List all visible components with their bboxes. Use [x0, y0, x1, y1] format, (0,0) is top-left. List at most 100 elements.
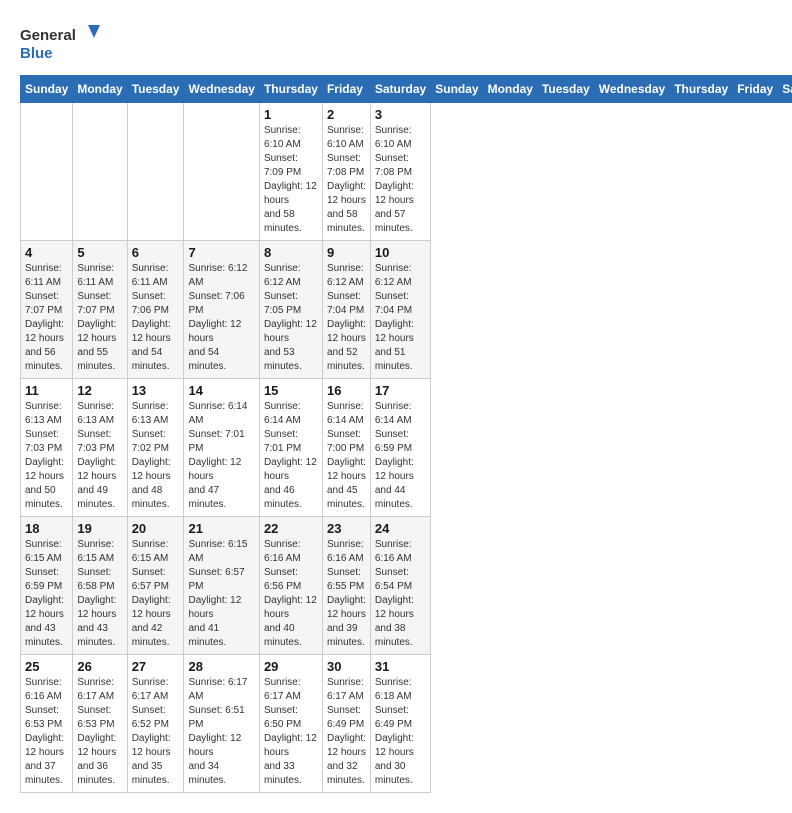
day-number: 6	[132, 245, 180, 260]
calendar-header-row: SundayMondayTuesdayWednesdayThursdayFrid…	[21, 76, 792, 103]
calendar-cell: 3 Sunrise: 6:10 AMSunset: 7:08 PMDaylight…	[370, 103, 430, 241]
day-info: Sunrise: 6:13 AMSunset: 7:03 PMDaylight:…	[77, 400, 122, 512]
calendar-cell: 6 Sunrise: 6:11 AMSunset: 7:06 PMDaylight…	[127, 241, 184, 379]
day-info: Sunrise: 6:15 AMSunset: 6:57 PMDaylight:…	[188, 538, 254, 650]
calendar-week-3: 11Sunrise: 6:13 AMSunset: 7:03 PMDayligh…	[21, 379, 792, 517]
day-info: Sunrise: 6:13 AMSunset: 7:03 PMDaylight:…	[25, 400, 68, 512]
calendar-cell: 27 Sunrise: 6:17 AMSunset: 6:52 PMDayligh…	[127, 655, 184, 793]
day-info: Sunrise: 6:16 AMSunset: 6:56 PMDaylight:…	[264, 538, 318, 650]
day-info: Sunrise: 6:11 AMSunset: 7:07 PMDaylight:…	[77, 262, 122, 374]
calendar-week-2: 4 Sunrise: 6:11 AMSunset: 7:07 PMDaylight…	[21, 241, 792, 379]
day-number: 24	[375, 521, 426, 536]
day-info: Sunrise: 6:16 AMSunset: 6:54 PMDaylight:…	[375, 538, 426, 650]
day-header-tuesday: Tuesday	[127, 76, 184, 103]
calendar-week-5: 25 Sunrise: 6:16 AMSunset: 6:53 PMDayligh…	[21, 655, 792, 793]
day-number: 17	[375, 383, 426, 398]
day-header-monday: Monday	[73, 76, 127, 103]
calendar-cell: 7Sunrise: 6:12 AMSunset: 7:06 PMDaylight…	[184, 241, 259, 379]
calendar-cell: 21Sunrise: 6:15 AMSunset: 6:57 PMDayligh…	[184, 517, 259, 655]
day-info: Sunrise: 6:15 AMSunset: 6:58 PMDaylight:…	[77, 538, 122, 650]
day-info: Sunrise: 6:17 AMSunset: 6:52 PMDaylight:…	[132, 676, 180, 788]
day-info: Sunrise: 6:16 AMSunset: 6:55 PMDaylight:…	[327, 538, 366, 650]
calendar-cell: 15Sunrise: 6:14 AMSunset: 7:01 PMDayligh…	[259, 379, 322, 517]
day-number: 3	[375, 107, 426, 122]
day-info: Sunrise: 6:14 AMSunset: 7:01 PMDaylight:…	[188, 400, 254, 512]
day-header-friday: Friday	[322, 76, 370, 103]
day-number: 25	[25, 659, 68, 674]
day-info: Sunrise: 6:10 AMSunset: 7:08 PMDaylight:…	[375, 124, 426, 236]
calendar-cell: 29 Sunrise: 6:17 AMSunset: 6:50 PMDayligh…	[259, 655, 322, 793]
svg-text:General: General	[20, 27, 76, 44]
day-info: Sunrise: 6:11 AMSunset: 7:06 PMDaylight:…	[132, 262, 180, 374]
logo-svg: General Blue	[20, 20, 100, 65]
svg-text:Blue: Blue	[20, 45, 53, 62]
col-header-sunday: Sunday	[431, 76, 483, 103]
day-info: Sunrise: 6:11 AMSunset: 7:07 PMDaylight:…	[25, 262, 68, 374]
calendar-cell: 2Sunrise: 6:10 AMSunset: 7:08 PMDaylight…	[322, 103, 370, 241]
calendar-cell: 26Sunrise: 6:17 AMSunset: 6:53 PMDayligh…	[73, 655, 127, 793]
calendar-cell	[184, 103, 259, 241]
calendar-cell	[73, 103, 127, 241]
day-number: 16	[327, 383, 366, 398]
day-number: 29	[264, 659, 318, 674]
day-number: 18	[25, 521, 68, 536]
calendar-cell: 5 Sunrise: 6:11 AMSunset: 7:07 PMDaylight…	[73, 241, 127, 379]
day-number: 12	[77, 383, 122, 398]
day-info: Sunrise: 6:10 AMSunset: 7:09 PMDaylight:…	[264, 124, 318, 236]
day-info: Sunrise: 6:12 AMSunset: 7:04 PMDaylight:…	[375, 262, 426, 374]
day-info: Sunrise: 6:15 AMSunset: 6:57 PMDaylight:…	[132, 538, 180, 650]
day-number: 8	[264, 245, 318, 260]
day-number: 9	[327, 245, 366, 260]
day-number: 2	[327, 107, 366, 122]
calendar-cell: 19 Sunrise: 6:15 AMSunset: 6:58 PMDayligh…	[73, 517, 127, 655]
day-number: 15	[264, 383, 318, 398]
day-number: 4	[25, 245, 68, 260]
day-info: Sunrise: 6:17 AMSunset: 6:49 PMDaylight:…	[327, 676, 366, 788]
calendar-cell: 17 Sunrise: 6:14 AMSunset: 6:59 PMDayligh…	[370, 379, 430, 517]
day-info: Sunrise: 6:14 AMSunset: 6:59 PMDaylight:…	[375, 400, 426, 512]
col-header-thursday: Thursday	[670, 76, 733, 103]
day-info: Sunrise: 6:12 AMSunset: 7:04 PMDaylight:…	[327, 262, 366, 374]
calendar-cell: 30Sunrise: 6:17 AMSunset: 6:49 PMDayligh…	[322, 655, 370, 793]
col-header-tuesday: Tuesday	[537, 76, 594, 103]
day-number: 13	[132, 383, 180, 398]
calendar-week-1: 1Sunrise: 6:10 AMSunset: 7:09 PMDaylight…	[21, 103, 792, 241]
day-header-wednesday: Wednesday	[184, 76, 259, 103]
calendar-cell: 4 Sunrise: 6:11 AMSunset: 7:07 PMDaylight…	[21, 241, 73, 379]
calendar-cell: 11Sunrise: 6:13 AMSunset: 7:03 PMDayligh…	[21, 379, 73, 517]
calendar-cell: 13 Sunrise: 6:13 AMSunset: 7:02 PMDayligh…	[127, 379, 184, 517]
day-number: 31	[375, 659, 426, 674]
calendar-cell: 28 Sunrise: 6:17 AMSunset: 6:51 PMDayligh…	[184, 655, 259, 793]
col-header-monday: Monday	[483, 76, 537, 103]
day-number: 22	[264, 521, 318, 536]
day-number: 28	[188, 659, 254, 674]
calendar-cell: 10 Sunrise: 6:12 AMSunset: 7:04 PMDayligh…	[370, 241, 430, 379]
day-header-saturday: Saturday	[370, 76, 430, 103]
calendar-cell: 24 Sunrise: 6:16 AMSunset: 6:54 PMDayligh…	[370, 517, 430, 655]
day-info: Sunrise: 6:17 AMSunset: 6:51 PMDaylight:…	[188, 676, 254, 788]
day-number: 19	[77, 521, 122, 536]
day-header-thursday: Thursday	[259, 76, 322, 103]
day-info: Sunrise: 6:18 AMSunset: 6:49 PMDaylight:…	[375, 676, 426, 788]
day-info: Sunrise: 6:15 AMSunset: 6:59 PMDaylight:…	[25, 538, 68, 650]
calendar-week-4: 18 Sunrise: 6:15 AMSunset: 6:59 PMDayligh…	[21, 517, 792, 655]
calendar-cell: 9 Sunrise: 6:12 AMSunset: 7:04 PMDaylight…	[322, 241, 370, 379]
calendar-cell	[127, 103, 184, 241]
calendar-cell: 18 Sunrise: 6:15 AMSunset: 6:59 PMDayligh…	[21, 517, 73, 655]
calendar-cell: 31 Sunrise: 6:18 AMSunset: 6:49 PMDayligh…	[370, 655, 430, 793]
col-header-wednesday: Wednesday	[594, 76, 669, 103]
day-number: 14	[188, 383, 254, 398]
col-header-saturday: Saturday	[778, 76, 792, 103]
day-info: Sunrise: 6:17 AMSunset: 6:50 PMDaylight:…	[264, 676, 318, 788]
col-header-friday: Friday	[733, 76, 778, 103]
calendar-cell: 25 Sunrise: 6:16 AMSunset: 6:53 PMDayligh…	[21, 655, 73, 793]
day-info: Sunrise: 6:16 AMSunset: 6:53 PMDaylight:…	[25, 676, 68, 788]
day-info: Sunrise: 6:13 AMSunset: 7:02 PMDaylight:…	[132, 400, 180, 512]
day-info: Sunrise: 6:14 AMSunset: 7:00 PMDaylight:…	[327, 400, 366, 512]
day-number: 5	[77, 245, 122, 260]
logo: General Blue	[20, 20, 100, 65]
day-number: 27	[132, 659, 180, 674]
day-number: 20	[132, 521, 180, 536]
calendar-cell: 1Sunrise: 6:10 AMSunset: 7:09 PMDaylight…	[259, 103, 322, 241]
day-number: 10	[375, 245, 426, 260]
